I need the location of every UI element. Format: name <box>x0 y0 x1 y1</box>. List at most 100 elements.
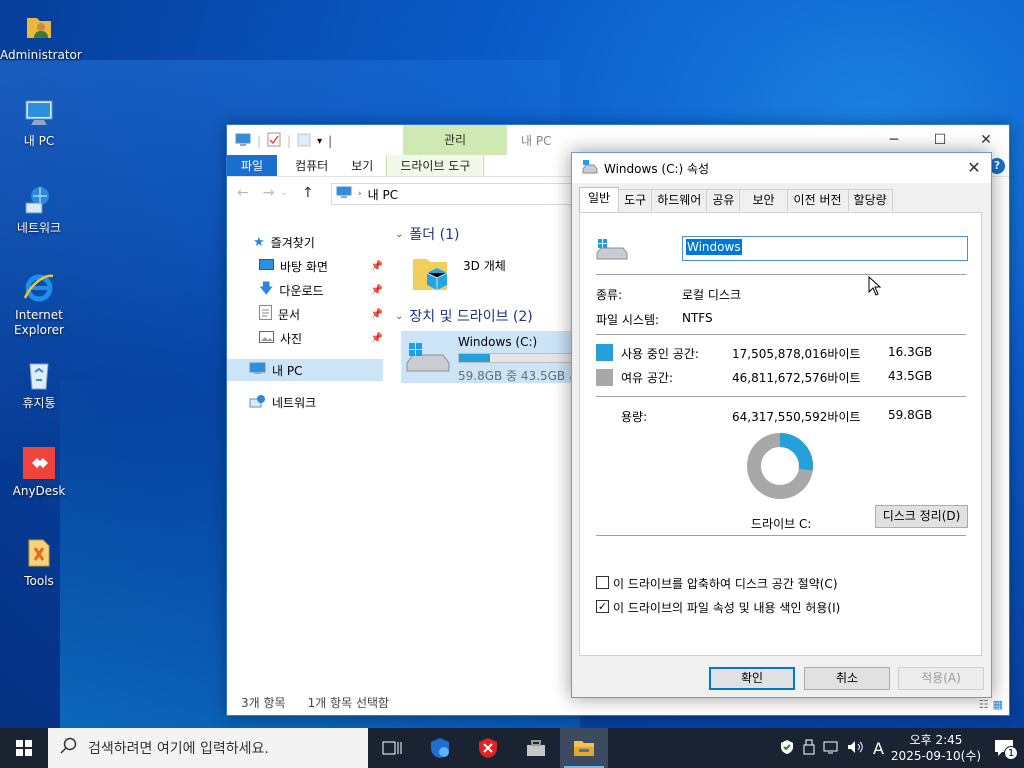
taskbar-tools-app[interactable] <box>512 728 560 768</box>
tab-hardware[interactable]: 하드웨어 <box>651 189 708 211</box>
tab-security[interactable]: 보안 <box>739 189 788 211</box>
capacity-label: 용량: <box>621 410 648 424</box>
compress-checkbox[interactable] <box>596 576 609 589</box>
ok-button[interactable]: 확인 <box>709 667 795 690</box>
desktop-icon-anydesk[interactable]: AnyDesk <box>0 446 78 499</box>
taskbar-clock[interactable]: 오후 2:45 2025-09-10(수) <box>888 732 984 764</box>
group-header-folders[interactable]: ⌄ 폴더 (1) <box>395 224 459 244</box>
desktop-icon-administrator[interactable]: Administrator <box>0 10 82 63</box>
index-checkbox[interactable]: ✓ <box>596 600 609 613</box>
separator <box>596 274 966 275</box>
forward-arrow-icon[interactable]: → <box>263 185 275 201</box>
pin-icon[interactable]: 📌 <box>371 309 383 320</box>
close-button[interactable]: ✕ <box>963 125 1009 155</box>
new-folder-icon[interactable] <box>297 133 311 150</box>
nav-item-documents[interactable]: 문서 📌 <box>259 303 383 325</box>
drive-name-input[interactable]: Windows <box>682 236 968 261</box>
desktop-icon-this-pc[interactable]: 내 PC <box>0 96 78 149</box>
tab-computer[interactable]: 컴퓨터 <box>277 155 341 176</box>
usb-device-tray-icon[interactable] <box>803 739 815 758</box>
drive-item-c[interactable]: Windows (C:) 59.8GB 중 43.5GB 사 <box>401 331 580 383</box>
taskbar-security-app[interactable] <box>416 728 464 768</box>
group-label: 폴더 (1) <box>409 227 460 243</box>
properties-icon[interactable] <box>267 132 281 150</box>
tab-quota[interactable]: 할당량 <box>847 189 893 211</box>
cancel-button[interactable]: 취소 <box>804 667 890 690</box>
start-button[interactable] <box>0 728 48 768</box>
tab-view[interactable]: 보기 <box>341 155 386 176</box>
tab-sharing[interactable]: 공유 <box>706 189 741 211</box>
network-icon <box>249 394 266 411</box>
used-space-swatch <box>596 344 613 361</box>
apply-button[interactable]: 적용(A) <box>898 667 984 690</box>
desktop-icon-network[interactable]: 네트워크 <box>0 183 78 236</box>
nav-label: 다운로드 <box>279 283 324 298</box>
disk-cleanup-button[interactable]: 디스크 정리(D) <box>875 505 968 528</box>
dialog-close-button[interactable]: ✕ <box>963 157 985 179</box>
drive-icon-large <box>596 238 628 265</box>
ime-indicator[interactable]: A <box>873 739 884 758</box>
desktop-icon-recycle-bin[interactable]: 휴지통 <box>0 358 78 411</box>
taskbar: 검색하려면 여기에 입력하세요. A 오후 2:45 2025-09-10(수)… <box>0 728 1024 768</box>
separator <box>596 334 966 335</box>
ribbon-context-tab-manage[interactable]: 관리 <box>403 125 507 155</box>
nav-quick-access[interactable]: ★ 즐겨찾기 <box>253 231 315 253</box>
nav-item-downloads[interactable]: 🡇 다운로드 📌 <box>259 279 383 301</box>
taskbar-search-box[interactable]: 검색하려면 여기에 입력하세요. <box>48 728 368 768</box>
desktop-icon-tools[interactable]: Tools <box>0 536 78 589</box>
desktop-icon-internet-explorer[interactable]: Internet Explorer <box>0 270 78 338</box>
pin-icon[interactable]: 📌 <box>371 261 383 272</box>
system-tray: A 오후 2:45 2025-09-10(수) 1 <box>779 728 1024 768</box>
disk-usage-donut-chart <box>747 433 813 499</box>
taskbar-antivirus-app[interactable] <box>464 728 512 768</box>
tab-previous-versions[interactable]: 이전 버전 <box>786 189 849 211</box>
clock-date: 2025-09-10(수) <box>890 749 982 763</box>
recent-locations-icon[interactable]: ⌄ <box>280 188 288 201</box>
file-explorer-icon <box>574 741 594 756</box>
details-view-icon[interactable]: ☷ <box>979 698 989 711</box>
chevron-down-icon: ⌄ <box>395 310 404 322</box>
maximize-button[interactable]: ☐ <box>917 125 963 155</box>
nav-item-this-pc[interactable]: 내 PC <box>227 359 383 381</box>
action-center-button[interactable]: 1 <box>984 728 1024 768</box>
security-shield-tray-icon[interactable] <box>779 739 795 758</box>
view-toggle: ☷ ▦ <box>979 698 1003 711</box>
nav-item-network[interactable]: 네트워크 <box>249 391 316 413</box>
task-view-button[interactable] <box>368 728 416 768</box>
drive-icon <box>582 159 598 177</box>
nav-item-pictures[interactable]: 사진 📌 <box>259 327 383 349</box>
tiles-view-icon[interactable]: ▦ <box>993 698 1003 711</box>
volume-tray-icon[interactable] <box>847 740 865 757</box>
filesystem-value: NTFS <box>682 311 713 325</box>
pin-icon[interactable]: 📌 <box>371 333 383 344</box>
tab-drive-tools[interactable]: 드라이브 도구 <box>386 155 485 176</box>
nav-label: 내 PC <box>272 363 303 378</box>
group-header-drives[interactable]: ⌄ 장치 및 드라이브 (2) <box>395 306 533 326</box>
folder-item-3d-objects[interactable]: 3D 개체 <box>411 253 506 300</box>
nav-label: 사진 <box>280 331 303 346</box>
recycle-bin-icon <box>22 358 56 392</box>
network-tray-icon[interactable] <box>823 740 839 757</box>
back-arrow-icon[interactable]: ← <box>237 185 249 201</box>
taskbar-file-explorer[interactable] <box>560 728 608 768</box>
explorer-title: 내 PC <box>521 134 552 148</box>
tab-tools[interactable]: 도구 <box>618 189 653 211</box>
tab-general[interactable]: 일반 <box>579 187 620 212</box>
star-icon: ★ <box>253 234 265 250</box>
pin-icon[interactable]: 📌 <box>371 285 383 296</box>
search-placeholder: 검색하려면 여기에 입력하세요. <box>88 741 269 757</box>
free-space-label: 여유 공간: <box>621 371 674 385</box>
3d-objects-folder-icon <box>411 253 449 300</box>
tab-file[interactable]: 파일 <box>227 155 278 176</box>
breadcrumb-chevron-icon: › <box>358 189 362 199</box>
minimize-button[interactable]: ─ <box>871 125 917 155</box>
up-arrow-icon[interactable]: ↑ <box>302 185 314 201</box>
breadcrumb[interactable]: 내 PC <box>368 186 398 203</box>
windows-logo-icon <box>16 740 32 756</box>
qat-dropdown-icon[interactable]: ▾ <box>317 136 322 147</box>
quick-access-toolbar: | | ▾ | <box>235 132 332 150</box>
desktop-icon <box>259 258 274 274</box>
anydesk-icon <box>22 446 56 480</box>
nav-item-desktop[interactable]: 바탕 화면 📌 <box>259 255 383 277</box>
desktop-icon-label: 휴지통 <box>22 396 56 410</box>
